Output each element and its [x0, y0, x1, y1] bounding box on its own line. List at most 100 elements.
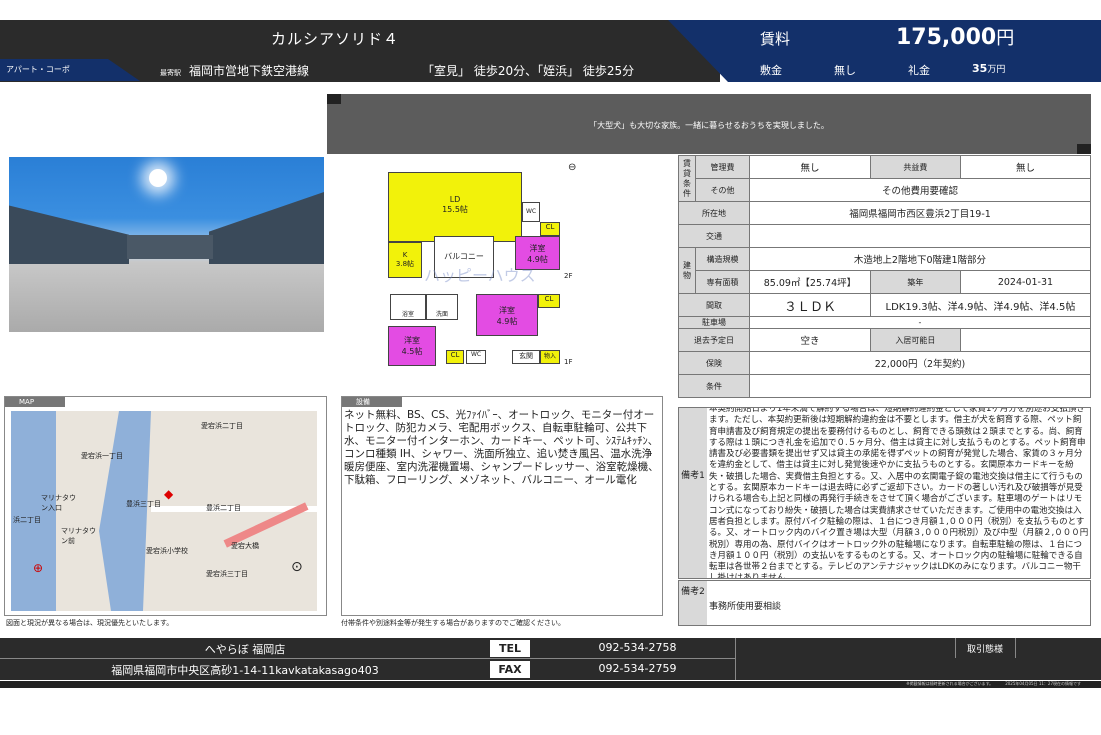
footer-divider	[735, 638, 736, 680]
wc-1f: WC	[466, 350, 486, 364]
key-money-unit: 万円	[987, 65, 1006, 75]
western-room-3: 洋室 4.5帖	[388, 326, 436, 366]
western1-label: 洋室	[529, 244, 546, 253]
western2-label: 洋室	[499, 306, 515, 315]
map-place: 愛宕浜三丁目	[206, 570, 248, 578]
other-label: その他	[695, 178, 750, 202]
common-value: 無し	[959, 155, 1092, 179]
equipment-text: ネット無料、BS、CS、光ﾌｧｲﾊﾞｰ、オートロック、モニター付オートロック、防…	[344, 409, 659, 486]
map-place: 豊浜二丁目	[206, 504, 241, 512]
corner-mark	[1077, 144, 1091, 154]
transaction-type-label: 取引態様	[966, 645, 1003, 655]
move-value	[959, 328, 1092, 352]
property-name: カルシアソリド４	[270, 30, 399, 48]
property-pin-icon: ◆	[164, 487, 174, 501]
key-money-label: 礼金	[908, 64, 930, 77]
western-room-2: 洋室 4.9帖	[476, 294, 538, 336]
building-right	[209, 192, 324, 264]
conditions-label: 条件	[678, 374, 750, 398]
traffic-label: 交通	[678, 224, 750, 248]
remarks-1: 備考1 本契約開始日より1年未満で解約する場合は、短期解約違約金として家賃1ヶ月…	[678, 407, 1091, 579]
fee-group-label: 賃貸条件	[678, 155, 696, 202]
map-place: 愛宕浜二丁目	[201, 422, 243, 430]
building-left	[9, 205, 129, 264]
rent-panel	[668, 20, 1101, 82]
fax-number: 092-534-2759	[598, 662, 677, 675]
map-place: 愛宕浜小学校	[146, 547, 188, 555]
storage: 物入	[540, 350, 560, 364]
common-label: 共益費	[869, 155, 961, 179]
mgmt-label: 管理費	[695, 155, 750, 179]
bathroom: 浴室	[390, 294, 426, 320]
layout-label: 間取	[678, 293, 750, 317]
fax-label: FAX	[490, 661, 530, 678]
company-address: 福岡県福岡市中央区高砂1-14-11kavkatakasago403	[111, 664, 379, 677]
deposit-value: 無し	[834, 64, 856, 77]
rent-value: 175,000円	[896, 24, 1014, 50]
line-name: 福岡市営地下鉄空港線	[189, 64, 310, 78]
map-place: 愛宕浜一丁目	[81, 452, 123, 460]
compass-icon: ⊙	[291, 559, 303, 575]
conditions-value	[749, 374, 1091, 398]
cl-1f-b: CL	[446, 350, 464, 364]
walk-time: 「室見」 徒歩20分、「姪浜」 徒歩25分	[422, 64, 635, 78]
map-place: マリナタウン入口	[41, 494, 76, 512]
disclaimer: ※掲載情報は随時更新される場合がございます。	[906, 681, 994, 686]
cl-1f-a: CL	[538, 294, 560, 308]
map-place: 豊浜三丁目	[126, 500, 161, 508]
layout-detail: LDK19.3帖、洋4.9帖、洋4.9帖、洋4.5帖	[869, 293, 1092, 317]
building-center	[127, 235, 213, 259]
other-value: その他費用要確認	[749, 178, 1091, 202]
equipment-section: 設備 ネット無料、BS、CS、光ﾌｧｲﾊﾞｰ、オートロック、モニター付オートロッ…	[341, 396, 663, 616]
floor-label-1f: 1F	[564, 358, 573, 366]
floor-plan: LD 15.5帖 K 3.8帖 バルコニー WC CL 洋室 4.9帖 2F ハッピー…	[384, 160, 584, 380]
leave-label: 退去予定日	[678, 328, 750, 352]
parking-label: 駐車場	[678, 316, 750, 329]
remarks1-text: 本契約開始日より1年未満で解約する場合は、短期解約違約金として家賃1ヶ月分を別途…	[709, 407, 1089, 579]
rent-amount: 175,000	[896, 25, 997, 50]
remarks1-label: 備考1	[679, 408, 707, 578]
info-date: 2025年04月05日 11：27現在の情報です	[1005, 681, 1081, 686]
ld-room: LD 15.5帖	[388, 172, 522, 242]
area-value: 85.09㎡【25.74坪】	[749, 270, 871, 294]
river	[99, 411, 151, 611]
insurance-value: 22,000円（2年契約)	[749, 351, 1091, 375]
cl-2f: CL	[540, 222, 560, 236]
floor-label-2f: 2F	[564, 272, 573, 280]
tel-number[interactable]: 092-534-2758	[540, 641, 735, 654]
western3-label: 洋室	[404, 336, 420, 345]
deposit-label: 敷金	[760, 64, 782, 77]
map-note: 図面と現況が異なる場合は、現況優先といたします。	[6, 619, 174, 627]
footer-divider	[0, 658, 735, 659]
exterior-photo	[9, 157, 324, 332]
parking-value: -	[749, 316, 1091, 329]
disclaimer-bar: ※掲載情報は随時更新される場合がございます。 2025年04月05日 11：27…	[0, 681, 1101, 688]
wc-2f: WC	[522, 202, 540, 222]
map-section: MAP ◆ ⊕ ⊙ 愛宕浜二丁目 愛宕浜一丁目 マリナタウン入口 豊浜三丁目 豊…	[4, 396, 327, 616]
map-label: MAP	[5, 397, 65, 407]
key-money-value: 35万円	[972, 62, 1005, 75]
mgmt-value: 無し	[749, 155, 871, 179]
sun	[149, 169, 167, 187]
remarks2-text: 事務所使用要相談	[709, 602, 782, 612]
catchcopy-banner: 「大型犬」も大切な家族。一緒に暮らせるおうちを実現しました。	[327, 94, 1091, 154]
watermark: ハッピーハウス	[424, 266, 536, 285]
hospital-icon: ⊕	[33, 561, 44, 575]
remarks-2: 備考2 事務所使用要相談	[678, 580, 1091, 626]
map[interactable]: ◆ ⊕ ⊙ 愛宕浜二丁目 愛宕浜一丁目 マリナタウン入口 豊浜三丁目 豊浜二丁目…	[11, 411, 317, 611]
equipment-note: 付帯条件や別途料金等が発生する場合がありますのでご確認ください。	[341, 619, 565, 627]
structure-value: 木造地上2階地下0階建1階部分	[749, 247, 1091, 271]
ld-label: LD	[449, 195, 461, 204]
map-place: 浜二丁目	[13, 516, 41, 524]
kitchen: K 3.8帖	[388, 242, 422, 278]
ld-size: 15.5帖	[442, 205, 468, 214]
rent-unit: 円	[996, 28, 1015, 49]
station-label: 最寄駅	[160, 69, 181, 77]
station-info: 最寄駅 福岡市営地下鉄空港線	[160, 62, 309, 79]
k-size: 3.8帖	[395, 260, 415, 268]
footer: へやらぼ 福岡店 福岡県福岡市中央区高砂1-14-11kavkatakasago…	[0, 638, 1101, 680]
insurance-label: 保険	[678, 351, 750, 375]
building-group-label: 建物	[678, 247, 696, 294]
move-label: 入居可能日	[869, 328, 961, 352]
corner-mark	[327, 94, 341, 104]
